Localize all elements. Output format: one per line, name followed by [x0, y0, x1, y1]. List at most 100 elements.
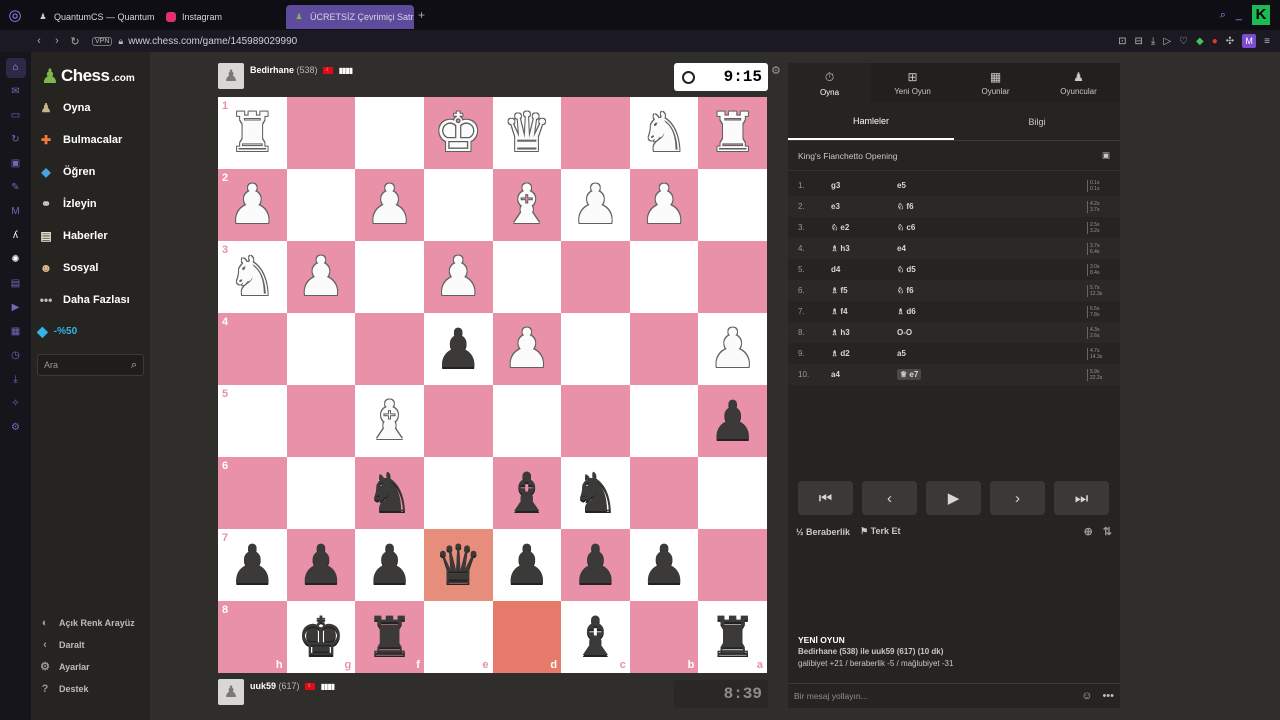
black-rook-piece[interactable]: ♜ — [365, 610, 413, 664]
black-pawn-piece[interactable]: ♟ — [503, 538, 551, 592]
settings-icon[interactable]: ⚙ — [6, 418, 26, 438]
black-move[interactable]: ♘ f6 — [897, 286, 1087, 295]
board-square[interactable]: 4 — [218, 313, 287, 385]
new-tab-icon[interactable]: + — [418, 8, 425, 22]
menu-icon[interactable]: ≡ — [1264, 36, 1270, 47]
next-move-button[interactable]: › — [990, 481, 1045, 515]
messenger-icon[interactable]: ✉ — [6, 82, 26, 102]
black-move[interactable]: O-O — [897, 328, 1087, 337]
board-square[interactable]: ♟ — [286, 241, 356, 313]
sidebar-item-learn[interactable]: ◆ Öğren — [31, 156, 150, 188]
board-square[interactable]: ♟ — [492, 313, 562, 385]
board-square[interactable]: ♟ — [561, 169, 630, 241]
white-pawn-piece[interactable]: ♟ — [297, 250, 345, 304]
board-square[interactable] — [629, 241, 699, 313]
board-square[interactable]: a ♜ — [698, 601, 767, 673]
board-square[interactable]: ♟ — [355, 169, 424, 241]
minimize-icon[interactable]: _ — [1236, 9, 1242, 21]
abort-icon[interactable]: ⊕ — [1084, 525, 1093, 538]
player-name[interactable]: Bedirhane — [250, 65, 294, 75]
play-app-icon[interactable]: ▶ — [6, 298, 26, 318]
board-square[interactable]: ♝ — [355, 385, 424, 457]
tab-play[interactable]: ⏱︎ Oyna — [788, 63, 871, 103]
premium-discount-link[interactable]: ◆ -%50 — [31, 316, 150, 346]
white-pawn-piece[interactable]: ♟ — [365, 178, 413, 232]
tab-info[interactable]: Bilgi — [954, 103, 1120, 140]
white-knight-piece[interactable]: ♞ — [640, 106, 688, 160]
board-square[interactable]: 1 ♜ — [218, 97, 287, 169]
board-square[interactable] — [423, 169, 493, 241]
bookmark-icon[interactable]: ⊡ — [1118, 36, 1126, 47]
board-square[interactable] — [561, 97, 630, 169]
board-square[interactable]: g ♚ — [286, 601, 356, 673]
board-square[interactable] — [355, 241, 424, 313]
black-pawn-piece[interactable]: ♟ — [434, 322, 482, 376]
board-square[interactable] — [561, 241, 630, 313]
extensions-icon[interactable]: ✧ — [6, 394, 26, 414]
black-pawn-piece[interactable]: ♟ — [571, 538, 619, 592]
board-square[interactable] — [698, 529, 767, 601]
board-square[interactable]: d — [492, 601, 562, 673]
shield-ext-icon[interactable]: ◆ — [1196, 36, 1204, 47]
board-square[interactable] — [629, 385, 699, 457]
board-square[interactable] — [423, 457, 493, 529]
black-move[interactable]: ♘ f6 — [897, 202, 1087, 211]
last-move-button[interactable]: ⏭︎ — [1054, 481, 1109, 515]
white-knight-piece[interactable]: ♞ — [228, 250, 276, 304]
board-square[interactable] — [492, 385, 562, 457]
white-bishop-piece[interactable]: ♝ — [503, 178, 551, 232]
sidebar-item-social[interactable]: ☻ Sosyal — [31, 252, 150, 284]
support-link[interactable]: ? Destek — [31, 678, 150, 700]
black-move[interactable]: a5 — [897, 349, 1087, 358]
black-move[interactable]: e5 — [897, 181, 1087, 190]
downloads-icon[interactable]: ⤓ — [6, 370, 26, 390]
search-icon[interactable]: ⌕ — [1220, 9, 1226, 22]
board-square[interactable]: 2 ♟ — [218, 169, 287, 241]
board-square[interactable] — [561, 313, 630, 385]
board-square[interactable] — [286, 457, 356, 529]
settings-link[interactable]: ⚙ Ayarlar — [31, 656, 150, 678]
white-move[interactable]: ♘ e2 — [831, 223, 897, 232]
play-button[interactable]: ▶ — [926, 481, 981, 515]
black-queen-piece[interactable]: ♛ — [434, 538, 482, 592]
book-icon[interactable]: ▣ — [1102, 150, 1110, 161]
board-square[interactable]: e — [423, 601, 493, 673]
paint-icon[interactable]: ✎ — [6, 178, 26, 198]
url-field[interactable]: www.chess.com/game/145989029990 — [128, 36, 297, 47]
white-pawn-piece[interactable]: ♟ — [640, 178, 688, 232]
board-square[interactable] — [423, 385, 493, 457]
board-square[interactable]: f ♜ — [355, 601, 424, 673]
board-square[interactable]: 5 — [218, 385, 287, 457]
light-theme-toggle[interactable]: ◐ Açık Renk Arayüz — [31, 612, 150, 634]
mail-icon[interactable]: ▭ — [6, 106, 26, 126]
board-square[interactable] — [286, 169, 356, 241]
lambda-icon[interactable]: ʎ — [6, 226, 26, 246]
sidebar-item-more[interactable]: ••• Daha Fazlası — [31, 284, 150, 316]
white-king-piece[interactable]: ♚ — [434, 106, 482, 160]
board-square[interactable]: ♜ — [698, 97, 767, 169]
board-square[interactable]: ♟ — [286, 529, 356, 601]
snapshot-icon[interactable]: ⊟ — [1135, 36, 1143, 47]
black-pawn-piece[interactable]: ♟ — [365, 538, 413, 592]
board-square[interactable]: ♟ — [492, 529, 562, 601]
white-move[interactable]: ♗ d2 — [831, 349, 897, 358]
board-square[interactable] — [492, 241, 562, 313]
download-icon[interactable]: ⤓ — [1151, 36, 1155, 47]
board-square[interactable]: ♞ — [629, 97, 699, 169]
black-king-piece[interactable]: ♚ — [297, 610, 345, 664]
board-square[interactable] — [698, 241, 767, 313]
tab-moves[interactable]: Hamleler — [788, 103, 954, 140]
board-square[interactable]: ♚ — [423, 97, 493, 169]
board-square[interactable]: ♟ — [698, 313, 767, 385]
grid-icon[interactable]: ▦ — [6, 322, 26, 342]
player-name[interactable]: uuk59 — [250, 681, 276, 691]
opening-name[interactable]: King's Fianchetto Opening — [798, 151, 897, 161]
board-square[interactable] — [629, 457, 699, 529]
white-pawn-piece[interactable]: ♟ — [228, 178, 276, 232]
home-icon[interactable]: ⌂ — [5, 58, 26, 78]
draw-button[interactable]: ½ Beraberlik — [796, 527, 850, 537]
board-square[interactable] — [698, 457, 767, 529]
chess-logo[interactable]: ♟ Chess .com — [31, 52, 150, 92]
board-square[interactable] — [286, 313, 356, 385]
board-square[interactable]: ♝ — [492, 457, 562, 529]
